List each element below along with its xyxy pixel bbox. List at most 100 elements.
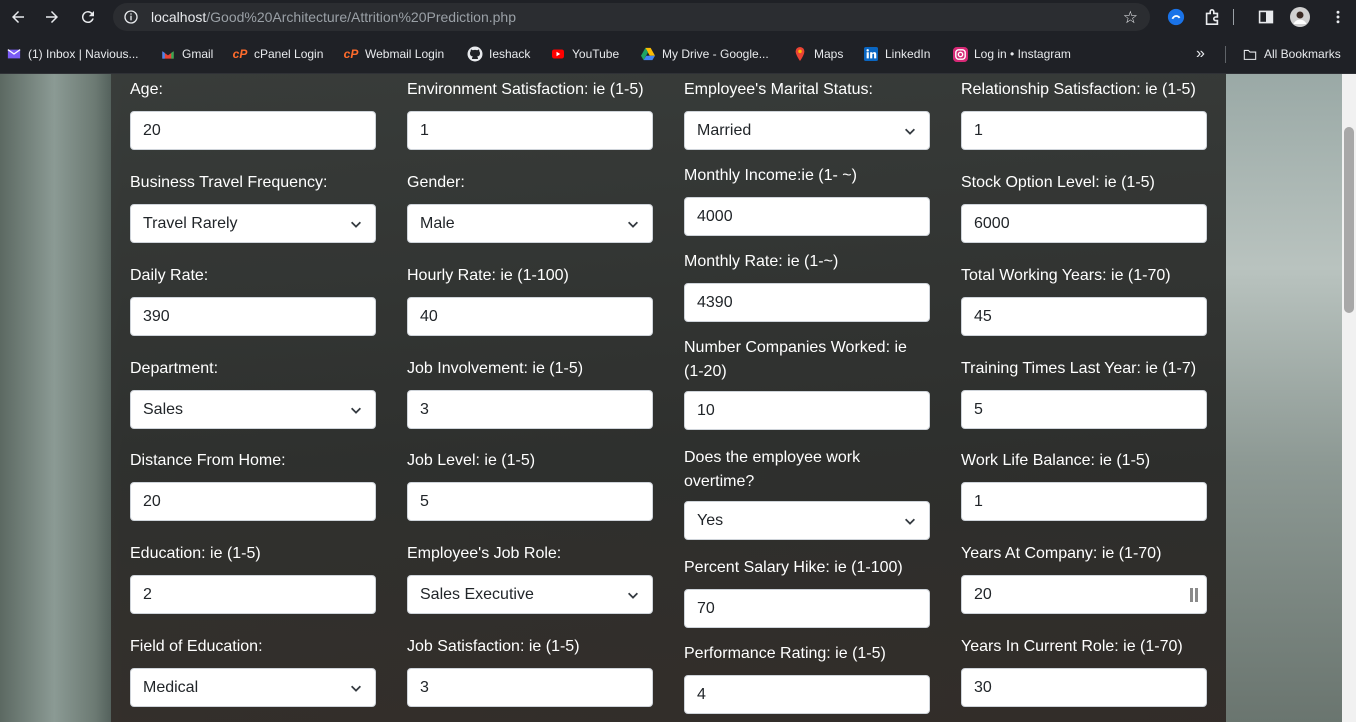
text-input[interactable]: 70	[684, 589, 930, 628]
bookmark-youtube[interactable]: YouTube	[550, 45, 619, 63]
bookmark-label: Maps	[814, 47, 844, 61]
scrollbar-thumb[interactable]	[1344, 127, 1354, 313]
extension-icon[interactable]	[1166, 7, 1186, 27]
field-value: 10	[697, 401, 715, 419]
bookmark-gmail[interactable]: Gmail	[160, 45, 213, 63]
field-value: Sales Executive	[420, 585, 534, 603]
text-input[interactable]: 1	[961, 482, 1207, 521]
input-field: Hourly Rate: ie (1-100) 40	[407, 264, 653, 336]
text-input[interactable]: 30	[961, 668, 1207, 707]
bookmark-label: My Drive - Google...	[662, 47, 769, 61]
text-input[interactable]: 2	[130, 575, 376, 614]
url-text: localhost/Good%20Architecture/Attrition%…	[151, 9, 516, 25]
reload-icon[interactable]	[70, 0, 106, 34]
drive-icon	[640, 46, 656, 62]
field-value: Male	[420, 214, 455, 232]
field-label: Number Companies Worked: ie (1-20)	[684, 339, 907, 380]
text-input[interactable]: 20	[961, 575, 1207, 614]
bookmark-maps[interactable]: Maps	[792, 45, 843, 63]
text-input[interactable]: 45	[961, 297, 1207, 336]
bookmark-ieshack[interactable]: Ieshack	[467, 45, 530, 63]
dropdown-select[interactable]: Yes	[684, 501, 930, 540]
text-input[interactable]: 4390	[684, 283, 930, 322]
dropdown-select[interactable]: Male	[407, 204, 653, 243]
select-field: Field of Education: Medical	[130, 635, 376, 707]
text-input[interactable]: 3	[407, 390, 653, 429]
field-value: 1	[420, 121, 429, 139]
profile-avatar-icon[interactable]	[1290, 7, 1310, 27]
text-input[interactable]: 1	[961, 111, 1207, 150]
extensions-puzzle-icon[interactable]	[1202, 7, 1222, 27]
field-label: Monthly Income:ie (1- ~)	[684, 167, 857, 184]
address-bar[interactable]: localhost/Good%20Architecture/Attrition%…	[113, 3, 1150, 31]
field-label: Performance Rating: ie (1-5)	[684, 645, 886, 662]
field-label: Gender:	[407, 174, 465, 191]
number-spinner-icon[interactable]	[1190, 588, 1202, 602]
cpanel-icon: cP	[232, 47, 248, 61]
text-input[interactable]: 40	[407, 297, 653, 336]
chevron-down-icon	[349, 681, 363, 695]
input-field: Stock Option Level: ie (1-5) 6000	[961, 171, 1207, 243]
bookmark-label: Ieshack	[489, 47, 531, 61]
select-field: Employee's Job Role: Sales Executive	[407, 542, 653, 614]
input-field: Job Satisfaction: ie (1-5) 3	[407, 635, 653, 707]
text-input[interactable]: 6000	[961, 204, 1207, 243]
text-input[interactable]: 4	[684, 675, 930, 714]
field-label: Education: ie (1-5)	[130, 545, 261, 562]
bookmark-star-icon[interactable]: ☆	[1123, 8, 1138, 28]
bookmark-drive[interactable]: My Drive - Google...	[640, 45, 769, 63]
site-info-icon[interactable]	[117, 3, 145, 31]
text-input[interactable]: 20	[130, 111, 376, 150]
bookmark-linkedin[interactable]: LinkedIn	[863, 45, 930, 63]
dropdown-select[interactable]: Travel Rarely	[130, 204, 376, 243]
field-value: Sales	[143, 400, 184, 418]
input-field: Daily Rate: 390	[130, 264, 376, 336]
input-field: Education: ie (1-5) 2	[130, 542, 376, 614]
field-value: Married	[697, 121, 752, 139]
field-value: Medical	[143, 678, 199, 696]
chevron-down-icon	[626, 588, 640, 602]
text-input[interactable]: 10	[684, 391, 930, 430]
chevron-down-icon	[903, 124, 917, 138]
dropdown-select[interactable]: Sales Executive	[407, 575, 653, 614]
field-value: 30	[974, 678, 992, 696]
text-input[interactable]: 1	[407, 111, 653, 150]
text-input[interactable]: 3	[407, 668, 653, 707]
menu-dots-icon[interactable]	[1328, 7, 1348, 27]
field-value: 3	[420, 678, 429, 696]
text-input[interactable]: 5	[407, 482, 653, 521]
input-field: Monthly Income:ie (1- ~) 4000	[684, 164, 930, 236]
bookmark-instagram[interactable]: Log in • Instagram	[952, 45, 1071, 63]
bookmark-label: LinkedIn	[885, 47, 931, 61]
input-field: Number Companies Worked: ie (1-20) 10	[684, 336, 930, 430]
bookmark-inbox[interactable]: (1) Inbox | Navious...	[6, 45, 139, 63]
field-value: 4	[697, 685, 706, 703]
field-label: Environment Satisfaction: ie (1-5)	[407, 81, 644, 98]
dropdown-select[interactable]: Medical	[130, 668, 376, 707]
attrition-form: Age: 20 Business Travel Frequency: Travel R…	[111, 74, 1226, 722]
field-value: 390	[143, 307, 170, 325]
bookmark-webmail[interactable]: cP Webmail Login	[343, 45, 445, 63]
back-icon[interactable]	[0, 0, 36, 34]
dropdown-select[interactable]: Married	[684, 111, 930, 150]
scrollbar[interactable]	[1342, 74, 1356, 722]
all-bookmarks-button[interactable]: All Bookmarks	[1242, 45, 1341, 63]
bookmarks-overflow-button[interactable]: »	[1196, 45, 1205, 63]
field-value: 70	[697, 599, 715, 617]
select-field: Employee's Marital Status: Married	[684, 78, 930, 150]
text-input[interactable]: 4000	[684, 197, 930, 236]
bookmark-label: (1) Inbox | Navious...	[28, 47, 139, 61]
text-input[interactable]: 390	[130, 297, 376, 336]
side-panel-icon[interactable]	[1256, 7, 1276, 27]
input-field: Training Times Last Year: ie (1-7) 5	[961, 357, 1207, 429]
bookmark-cpanel[interactable]: cP cPanel Login	[232, 45, 324, 63]
field-value: 1	[974, 121, 983, 139]
forward-icon[interactable]	[34, 0, 70, 34]
text-input[interactable]: 20	[130, 482, 376, 521]
input-field: Total Working Years: ie (1-70) 45	[961, 264, 1207, 336]
text-input[interactable]: 5	[961, 390, 1207, 429]
input-field: Percent Salary Hike: ie (1-100) 70	[684, 556, 930, 628]
browser-toolbar: localhost/Good%20Architecture/Attrition%…	[0, 0, 1356, 34]
dropdown-select[interactable]: Sales	[130, 390, 376, 429]
instagram-icon	[952, 46, 968, 62]
